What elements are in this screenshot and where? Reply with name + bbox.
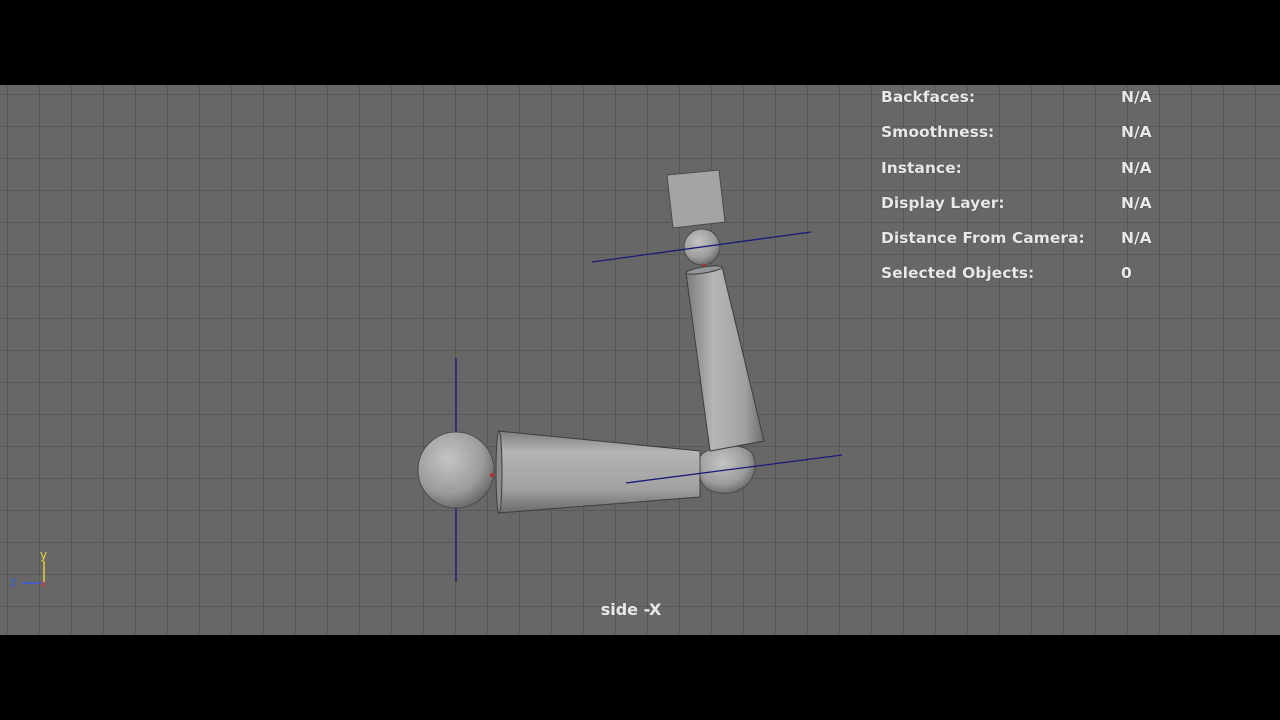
z-axis-label: z bbox=[10, 575, 16, 589]
hud-label: Backfaces: bbox=[881, 88, 976, 106]
shoulder-sphere[interactable] bbox=[417, 431, 495, 509]
hud-row-smoothness: Smoothness: N/A bbox=[881, 122, 1241, 157]
upper-arm-mesh[interactable] bbox=[497, 430, 701, 514]
hud-value: N/A bbox=[1121, 193, 1152, 212]
axis-orientation-gizmo: y z x bbox=[10, 548, 47, 590]
hud-row-backfaces: Backfaces: N/A bbox=[881, 87, 1241, 122]
y-axis-label: y bbox=[40, 548, 47, 562]
hud-value: N/A bbox=[1121, 229, 1152, 248]
hud-label: Distance From Camera: bbox=[881, 229, 1085, 248]
letterbox-top bbox=[0, 0, 1280, 85]
hud-value: N/A bbox=[1121, 123, 1152, 142]
shoulder-pivot-marker bbox=[490, 473, 494, 477]
side-viewport[interactable]: Backfaces: N/A Smoothness: N/A Instance:… bbox=[0, 85, 1280, 635]
letterbox-bottom bbox=[0, 635, 1280, 720]
hud-row-instance: Instance: N/A bbox=[881, 158, 1241, 193]
wrist-pivot-marker bbox=[702, 263, 706, 267]
hud-value: N/A bbox=[1121, 158, 1152, 177]
hud-label: Instance: bbox=[881, 158, 962, 177]
hud-value: 0 bbox=[1121, 264, 1132, 283]
heads-up-display: Backfaces: N/A Smoothness: N/A Instance:… bbox=[881, 87, 1241, 299]
hud-value: N/A bbox=[1121, 88, 1152, 106]
x-axis-marker: x bbox=[40, 579, 46, 590]
forearm-mesh[interactable] bbox=[685, 266, 765, 452]
hud-label: Display Layer: bbox=[881, 193, 1005, 212]
hud-row-display-layer: Display Layer: N/A bbox=[881, 193, 1241, 228]
hud-label: Smoothness: bbox=[881, 123, 995, 142]
hud-row-selected-objects: Selected Objects: 0 bbox=[881, 263, 1241, 298]
hud-label: Selected Objects: bbox=[881, 264, 1035, 283]
camera-name-label: side -X bbox=[600, 600, 662, 619]
upper-arm-end-cap bbox=[495, 430, 503, 514]
hud-row-distance-from-camera: Distance From Camera: N/A bbox=[881, 228, 1241, 263]
hand-cube[interactable] bbox=[666, 169, 726, 229]
